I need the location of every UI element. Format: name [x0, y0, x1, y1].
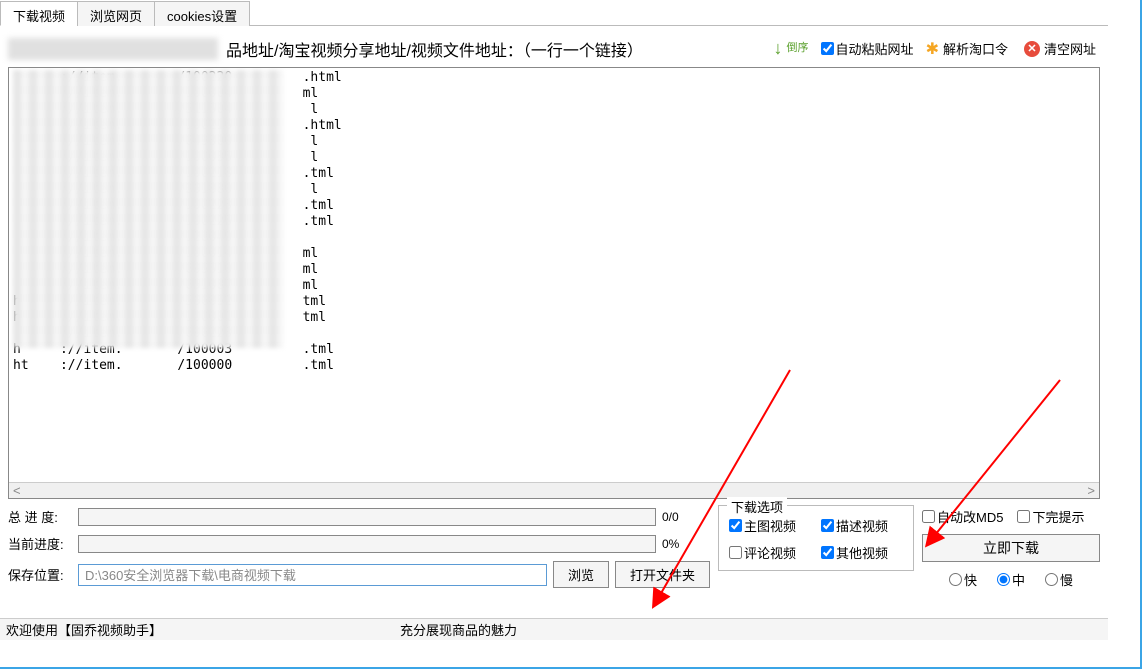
clear-label: 清空网址 — [1044, 39, 1096, 58]
checkbox-desc-video[interactable] — [821, 519, 834, 532]
down-arrow-icon: ↓ — [774, 38, 783, 59]
browse-button[interactable]: 浏览 — [553, 561, 609, 588]
puzzle-icon: ✱ — [926, 39, 939, 59]
download-options: 下载选项 主图视频 描述视频 评论视频 — [718, 507, 914, 596]
save-path-label: 保存位置: — [8, 565, 72, 584]
opt-other-video[interactable]: 其他视频 — [821, 543, 903, 562]
parse-taokouling-button[interactable]: ✱ 解析淘口令 — [922, 37, 1012, 61]
tabs-bar: 下载视频 浏览网页 cookies设置 — [0, 0, 1108, 26]
toolbar: 品地址/淘宝视频分享地址/视频文件地址：（一行一个链接） ↓ 倒序 自动粘贴网址… — [0, 26, 1108, 67]
statusbar-slogan: 充分展现商品的魅力 — [400, 620, 517, 639]
opt-comment-video[interactable]: 评论视频 — [729, 543, 811, 562]
total-progress-bar — [78, 508, 656, 526]
open-folder-button[interactable]: 打开文件夹 — [615, 561, 710, 588]
options-legend: 下载选项 — [727, 497, 787, 516]
url-prompt-label: 品地址/淘宝视频分享地址/视频文件地址：（一行一个链接） — [226, 37, 762, 61]
redacted-prefix — [8, 38, 218, 60]
autopaste-checkbox-wrap[interactable]: 自动粘贴网址 — [821, 39, 914, 58]
url-textarea-wrap: ://item. /100220 .html ://item. /100004 … — [8, 67, 1100, 499]
checkbox-comment-video[interactable] — [729, 546, 742, 559]
bottom-panel: 总 进 度: 0/0 当前进度: 0% 保存位置: 浏览 打开文件夹 下载选项 — [0, 499, 1108, 604]
opt-main-video[interactable]: 主图视频 — [729, 516, 811, 535]
speed-fast[interactable]: 快 — [949, 570, 977, 589]
label-fast: 快 — [964, 570, 977, 589]
opt-auto-md5[interactable]: 自动改MD5 — [922, 507, 1003, 526]
label-main-video: 主图视频 — [744, 516, 796, 535]
autopaste-checkbox[interactable] — [821, 42, 834, 55]
autopaste-label: 自动粘贴网址 — [836, 39, 914, 58]
download-now-button[interactable]: 立即下载 — [922, 534, 1100, 562]
reverse-label: 倒序 — [787, 43, 809, 54]
reverse-order-button[interactable]: ↓ 倒序 — [770, 36, 813, 61]
checkbox-done-tip[interactable] — [1017, 510, 1030, 523]
current-progress-text: 0% — [662, 537, 710, 551]
label-desc-video: 描述视频 — [836, 516, 888, 535]
bottom-right: 自动改MD5 下完提示 立即下载 快 中 慢 — [922, 507, 1100, 596]
label-comment-video: 评论视频 — [744, 543, 796, 562]
label-auto-md5: 自动改MD5 — [937, 507, 1003, 526]
tab-browse[interactable]: 浏览网页 — [77, 1, 155, 26]
url-textarea[interactable] — [9, 68, 1099, 484]
tab-download[interactable]: 下载视频 — [0, 1, 78, 26]
label-done-tip: 下完提示 — [1032, 507, 1084, 526]
statusbar-welcome: 欢迎使用【固乔视频助手】 — [0, 620, 162, 639]
scroll-right-icon[interactable]: > — [1083, 483, 1099, 498]
speed-slow[interactable]: 慢 — [1045, 570, 1073, 589]
clear-urls-button[interactable]: ✕ 清空网址 — [1020, 37, 1100, 60]
statusbar: 欢迎使用【固乔视频助手】 充分展现商品的魅力 — [0, 618, 1108, 640]
checkbox-main-video[interactable] — [729, 519, 742, 532]
opt-done-tip[interactable]: 下完提示 — [1017, 507, 1084, 526]
radio-slow[interactable] — [1045, 573, 1058, 586]
radio-medium[interactable] — [997, 573, 1010, 586]
speed-medium[interactable]: 中 — [997, 570, 1025, 589]
checkbox-other-video[interactable] — [821, 546, 834, 559]
current-progress-label: 当前进度: — [8, 534, 72, 553]
save-path-input[interactable] — [78, 564, 547, 586]
opt-desc-video[interactable]: 描述视频 — [821, 516, 903, 535]
label-other-video: 其他视频 — [836, 543, 888, 562]
parse-label: 解析淘口令 — [943, 39, 1008, 58]
checkbox-auto-md5[interactable] — [922, 510, 935, 523]
label-slow: 慢 — [1060, 570, 1073, 589]
radio-fast[interactable] — [949, 573, 962, 586]
total-progress-text: 0/0 — [662, 510, 710, 524]
total-progress-label: 总 进 度: — [8, 507, 72, 526]
current-progress-bar — [78, 535, 656, 553]
horizontal-scrollbar[interactable]: < > — [9, 482, 1099, 498]
close-icon: ✕ — [1024, 41, 1040, 57]
scroll-left-icon[interactable]: < — [9, 483, 25, 498]
bottom-left: 总 进 度: 0/0 当前进度: 0% 保存位置: 浏览 打开文件夹 — [8, 507, 710, 596]
label-medium: 中 — [1012, 570, 1025, 589]
tab-cookies[interactable]: cookies设置 — [154, 1, 250, 26]
